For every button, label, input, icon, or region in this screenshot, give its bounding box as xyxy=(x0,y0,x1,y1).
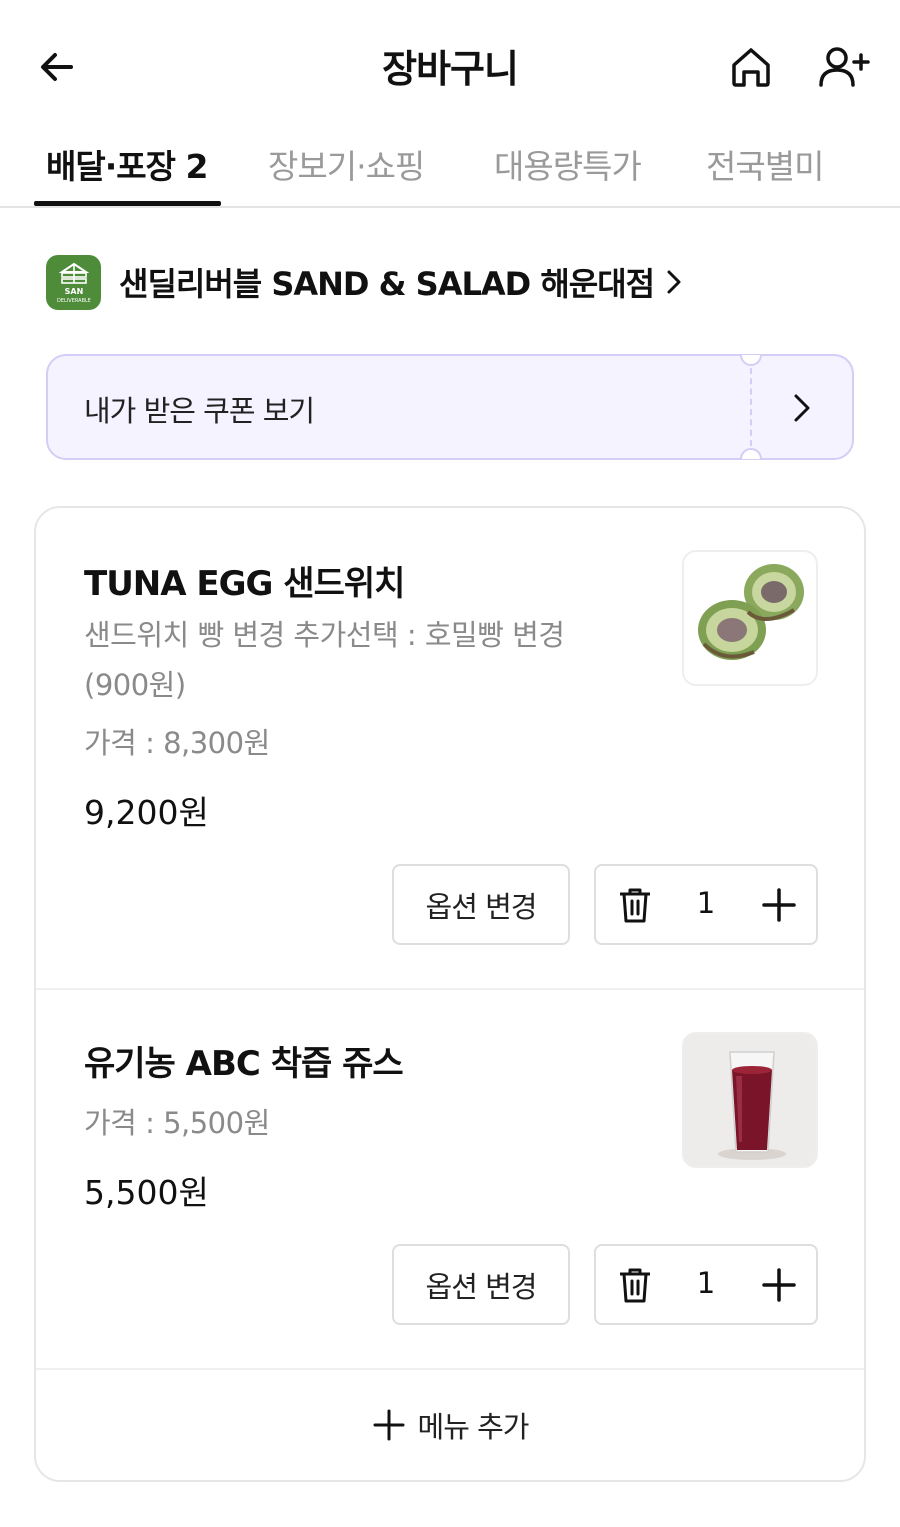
quantity-value: 1 xyxy=(696,1266,716,1300)
svg-text:DELIVERABLE: DELIVERABLE xyxy=(57,298,91,304)
tab-bulk-deals[interactable]: 대용량특가 xyxy=(494,140,642,206)
svg-text:SAN: SAN xyxy=(64,287,83,296)
header-bar: 장바구니 xyxy=(0,0,900,130)
user-add-button[interactable] xyxy=(814,40,874,94)
item-total-price: 9,200원 xyxy=(84,793,209,832)
store-logo: SAN DELIVERABLE xyxy=(46,254,101,310)
cart-item: TUNA EGG 샌드위치 샌드위치 빵 변경 추가선택 : 호밀빵 변경 (9… xyxy=(36,508,864,990)
cart-card: TUNA EGG 샌드위치 샌드위치 빵 변경 추가선택 : 호밀빵 변경 (9… xyxy=(34,506,866,1482)
trash-icon xyxy=(620,1268,650,1303)
item-price-label: 가격 : 8,300원 xyxy=(84,726,270,760)
sandwich-logo-icon: SAN DELIVERABLE xyxy=(57,262,91,304)
tab-delivery[interactable]: 배달·포장 2 xyxy=(46,140,208,206)
trash-icon xyxy=(620,888,650,923)
user-plus-icon xyxy=(819,47,870,87)
cart-item: 유기농 ABC 착즙 쥬스 가격 : 5,500원 5,500원 옵션 변경 1 xyxy=(36,990,864,1370)
tab-shopping[interactable]: 장보기·쇼핑 xyxy=(268,140,425,206)
item-total-price: 5,500원 xyxy=(84,1173,209,1212)
item-option: 샌드위치 빵 변경 추가선택 : 호밀빵 변경 (900원) xyxy=(84,618,565,702)
chevron-right-icon xyxy=(664,267,684,297)
delete-button[interactable] xyxy=(614,884,656,926)
coupon-notch xyxy=(740,355,762,366)
quantity-value: 1 xyxy=(696,886,716,920)
change-option-button[interactable]: 옵션 변경 xyxy=(392,1244,570,1325)
plus-icon xyxy=(762,888,796,922)
chevron-right-icon xyxy=(784,390,820,430)
add-menu-label: 메뉴 추가 xyxy=(417,1410,530,1444)
item-name: 유기농 ABC 착즙 쥬스 xyxy=(84,1044,404,1084)
increase-quantity-button[interactable] xyxy=(756,882,802,928)
category-tabs: 배달·포장 2 장보기·쇼핑 대용량특가 전국별미 xyxy=(0,130,900,208)
home-icon xyxy=(732,48,770,87)
add-menu-button[interactable]: 메뉴 추가 xyxy=(36,1370,864,1480)
item-image-juice xyxy=(682,1032,818,1168)
plus-icon xyxy=(762,1268,796,1302)
coupon-notch xyxy=(740,448,762,459)
item-price-label: 가격 : 5,500원 xyxy=(84,1106,270,1140)
item-name: TUNA EGG 샌드위치 xyxy=(84,564,405,604)
coupon-label: 내가 받은 쿠폰 보기 xyxy=(84,394,315,428)
coupon-divider xyxy=(750,368,752,446)
store-name: 샌딜리버블 SAND & SALAD 해운대점 xyxy=(119,265,655,303)
tab-regional[interactable]: 전국별미 xyxy=(706,140,824,206)
change-option-button[interactable]: 옵션 변경 xyxy=(392,864,570,945)
quantity-stepper: 1 xyxy=(594,864,818,945)
store-link[interactable]: SAN DELIVERABLE 샌딜리버블 SAND & SALAD 해운대점 xyxy=(46,254,684,310)
plus-icon xyxy=(373,1409,405,1441)
coupon-banner[interactable]: 내가 받은 쿠폰 보기 xyxy=(46,354,854,460)
quantity-stepper: 1 xyxy=(594,1244,818,1325)
item-image-sandwich xyxy=(682,550,818,686)
increase-quantity-button[interactable] xyxy=(756,1262,802,1308)
delete-button[interactable] xyxy=(614,1264,656,1306)
home-button[interactable] xyxy=(724,40,778,94)
active-tab-indicator xyxy=(34,201,221,206)
